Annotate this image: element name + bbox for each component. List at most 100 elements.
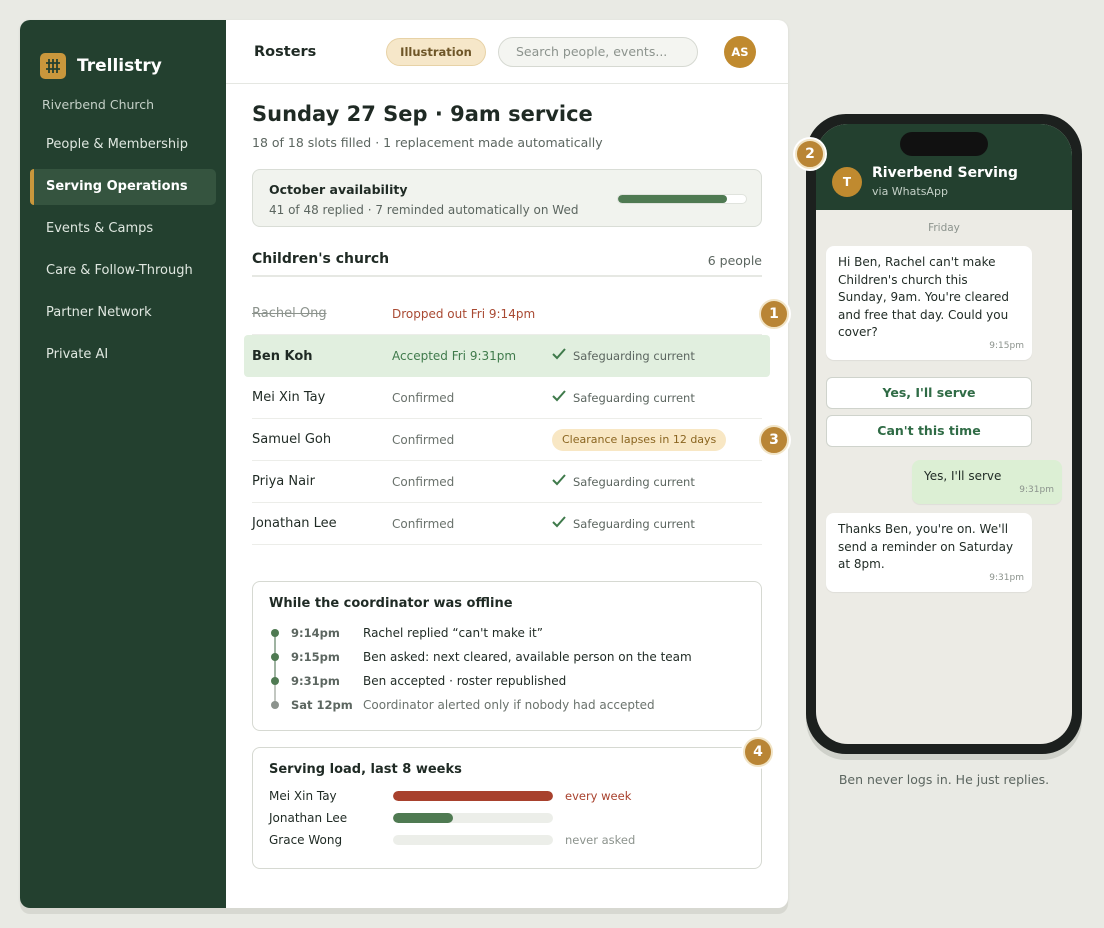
dynamic-island (900, 132, 988, 156)
safeguarding-status: Safeguarding current (552, 348, 695, 363)
roster-row-priya-nair[interactable]: Priya Nair Confirmed Safeguarding curren… (252, 461, 762, 503)
sidebar-item-serving-operations[interactable]: Serving Operations (30, 169, 216, 205)
availability-progress-fill (618, 195, 728, 203)
load-bar-fill (393, 791, 553, 801)
timeline-item: Sat 12pm Coordinator alerted only if nob… (269, 693, 745, 717)
roster-row-status: Confirmed (392, 432, 455, 447)
callout-badge-2: 2 (795, 139, 825, 169)
quick-reply-yes-button[interactable]: Yes, I'll serve (826, 377, 1032, 409)
check-icon (552, 348, 566, 360)
sidebar: Trellistry Riverbend Church People & Mem… (20, 20, 226, 908)
roster-row-name: Samuel Goh (252, 432, 332, 447)
brand[interactable]: Trellistry (20, 20, 226, 90)
roster-row-samuel-goh[interactable]: Samuel Goh Confirmed Clearance lapses in… (252, 419, 762, 461)
timeline-dot (271, 677, 279, 685)
timeline-dot (271, 629, 279, 637)
safeguarding-label: Safeguarding current (573, 474, 695, 489)
load-bar-fill (393, 813, 453, 823)
timeline-time: 9:14pm (291, 626, 340, 640)
load-row-name: Jonathan Lee (269, 811, 348, 825)
callout-badge-3: 3 (759, 425, 789, 455)
load-bar-track (393, 791, 553, 801)
quick-reply-no-button[interactable]: Can't this time (826, 415, 1032, 447)
page-section-title: Rosters (254, 43, 317, 60)
timeline-item: 9:31pm Ben accepted · roster republished (269, 669, 745, 705)
page-title: Sunday 27 Sep · 9am service (252, 102, 593, 126)
sidebar-item-partner-network[interactable]: Partner Network (30, 295, 216, 331)
roster-row-name: Priya Nair (252, 474, 316, 489)
message-time: 9:31pm (1019, 485, 1054, 495)
availability-progress-bar (617, 194, 747, 204)
sidebar-item-care-follow-through[interactable]: Care & Follow-Through (30, 253, 216, 289)
timeline-time: Sat 12pm (291, 698, 353, 712)
sidebar-item-private-ai[interactable]: Private AI (30, 337, 216, 373)
load-bar-track (393, 813, 553, 823)
safeguarding-status: Safeguarding current (552, 515, 695, 531)
clearance-warning-badge: Clearance lapses in 12 days (552, 428, 727, 451)
brand-name: Trellistry (77, 56, 162, 76)
availability-subtitle: 41 of 48 replied · 7 reminded automatica… (269, 203, 579, 217)
app-window: Trellistry Riverbend Church People & Mem… (20, 20, 788, 908)
illustration-badge: Illustration (386, 38, 486, 66)
roster-list: Rachel Ong Dropped out Fri 9:14pm Ben Ko… (244, 293, 770, 545)
availability-card[interactable]: October availability 41 of 48 replied · … (252, 169, 762, 227)
message-text: Thanks Ben, you're on. We'll send a remi… (838, 522, 1014, 571)
main-panel: Rosters Illustration Search people, even… (226, 20, 788, 908)
sidebar-item-people-membership[interactable]: People & Membership (30, 127, 216, 163)
timeline-dot (271, 701, 279, 709)
roster-row-mei-xin-tay[interactable]: Mei Xin Tay Confirmed Safeguarding curre… (252, 377, 762, 419)
roster-row-status: Confirmed (392, 474, 455, 489)
callout-badge-4: 4 (743, 737, 773, 767)
safeguarding-label: Safeguarding current (573, 349, 695, 363)
check-icon (552, 389, 566, 401)
load-row: Mei Xin Tay every week (269, 785, 745, 807)
roster-row-status: Accepted Fri 9:31pm (392, 349, 517, 363)
trellis-logo-icon (40, 53, 66, 79)
roster-count: 6 people (707, 253, 762, 268)
user-avatar[interactable]: AS (724, 36, 756, 68)
serving-load-card: Serving load, last 8 weeks Mei Xin Tay e… (252, 747, 762, 869)
load-row-name: Mei Xin Tay (269, 789, 337, 803)
roster-row-status: Dropped out Fri 9:14pm (392, 306, 536, 321)
roster-row-rachel-ong[interactable]: Rachel Ong Dropped out Fri 9:14pm (252, 293, 762, 335)
outgoing-message: Yes, I'll serve 9:31pm (912, 460, 1062, 504)
contact-channel: via WhatsApp (872, 185, 948, 198)
load-row: Grace Wong never asked (269, 829, 745, 851)
incoming-message: Thanks Ben, you're on. We'll send a remi… (826, 513, 1032, 592)
message-time: 9:31pm (989, 573, 1024, 583)
timeline-text: Rachel replied “can't make it” (363, 626, 543, 640)
content: Sunday 27 Sep · 9am service 18 of 18 slo… (226, 102, 788, 869)
search-input[interactable]: Search people, events... (498, 37, 698, 67)
incoming-message: Hi Ben, Rachel can't make Children's chu… (826, 246, 1032, 360)
sidebar-item-events-camps[interactable]: Events & Camps (30, 211, 216, 247)
load-row-note: every week (565, 789, 632, 803)
contact-name: Riverbend Serving (872, 165, 1018, 181)
timeline-item: 9:14pm Rachel replied “can't make it” (269, 621, 745, 657)
roster-row-status: Confirmed (392, 390, 455, 405)
serving-load-title: Serving load, last 8 weeks (269, 762, 462, 777)
day-separator: Friday (928, 222, 960, 234)
safeguarding-label: Safeguarding current (573, 516, 695, 531)
contact-avatar: T (832, 167, 862, 197)
timeline-dot (271, 653, 279, 661)
phone-caption: Ben never logs in. He just replies. (838, 772, 1050, 787)
roster-section-header: Children's church 6 people (252, 251, 762, 277)
timeline-time: 9:15pm (291, 650, 340, 664)
check-icon (552, 473, 566, 485)
safeguarding-status: Safeguarding current (552, 473, 695, 489)
safeguarding-label: Safeguarding current (573, 390, 695, 405)
roster-row-name: Mei Xin Tay (252, 390, 326, 405)
check-icon (552, 515, 566, 527)
roster-row-name: Ben Koh (252, 348, 313, 364)
message-text: Hi Ben, Rachel can't make Children's chu… (838, 255, 1010, 339)
phone-screen: T Riverbend Serving via WhatsApp Friday … (816, 124, 1072, 744)
timeline-text: Coordinator alerted only if nobody had a… (363, 698, 655, 712)
roster-row-ben-koh[interactable]: Ben Koh Accepted Fri 9:31pm Safeguarding… (244, 335, 770, 377)
message-text: Yes, I'll serve (924, 469, 1002, 483)
page-subtitle: 18 of 18 slots filled · 1 replacement ma… (252, 135, 603, 150)
roster-row-jonathan-lee[interactable]: Jonathan Lee Confirmed Safeguarding curr… (252, 503, 762, 545)
roster-row-name: Rachel Ong (252, 306, 327, 321)
load-bar-track (393, 835, 553, 845)
offline-activity-title: While the coordinator was offline (269, 596, 513, 611)
org-name: Riverbend Church (42, 97, 155, 112)
